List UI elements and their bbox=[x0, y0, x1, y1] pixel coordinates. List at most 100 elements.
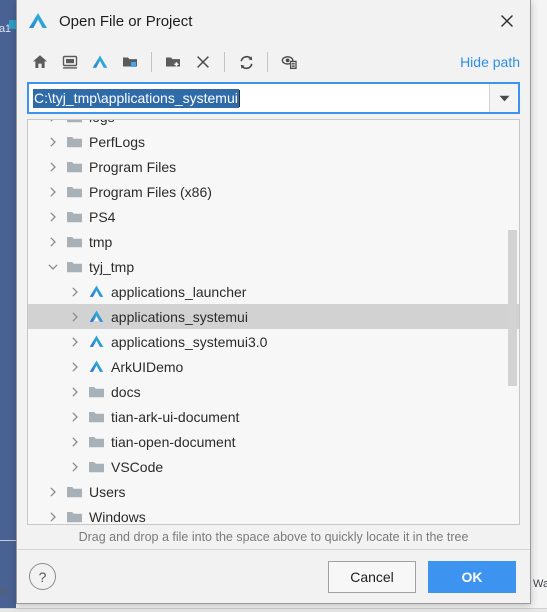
open-file-or-project-dialog: Open File or Project Hide path C:\tyj_tm… bbox=[16, 0, 531, 604]
path-dropdown-button[interactable] bbox=[489, 84, 518, 112]
show-hidden-icon[interactable] bbox=[274, 47, 304, 77]
tree-row-toggle[interactable] bbox=[42, 137, 64, 147]
project-icon bbox=[89, 310, 103, 322]
tree-row-toggle[interactable] bbox=[42, 120, 64, 122]
tree-scroll-viewport[interactable]: logs PerfLogs Program Files Program Files (… bbox=[28, 120, 519, 524]
chevron-right-icon[interactable] bbox=[70, 362, 80, 372]
tree-row[interactable]: Users bbox=[28, 479, 519, 504]
chevron-right-icon[interactable] bbox=[70, 412, 80, 422]
delete-icon[interactable] bbox=[188, 47, 218, 77]
chevron-right-icon[interactable] bbox=[48, 487, 58, 497]
chevron-right-icon[interactable] bbox=[48, 212, 58, 222]
tree-row[interactable]: Program Files bbox=[28, 154, 519, 179]
chevron-right-icon[interactable] bbox=[48, 512, 58, 522]
tree-row[interactable]: PerfLogs bbox=[28, 129, 519, 154]
tree-row[interactable]: Program Files (x86) bbox=[28, 179, 519, 204]
chevron-right-icon[interactable] bbox=[70, 337, 80, 347]
help-button[interactable]: ? bbox=[29, 563, 56, 590]
tree-row[interactable]: VSCode bbox=[28, 454, 519, 479]
tree-row-toggle[interactable] bbox=[64, 462, 86, 472]
tree-row-icon bbox=[64, 235, 84, 249]
hide-path-link[interactable]: Hide path bbox=[460, 54, 520, 70]
tree-row[interactable]: ArkUIDemo bbox=[28, 354, 519, 379]
tree-row-label: Users bbox=[89, 483, 126, 500]
tree-row-toggle[interactable] bbox=[42, 487, 64, 497]
tree-row-toggle[interactable] bbox=[64, 412, 86, 422]
background-bottom-bar bbox=[0, 608, 547, 612]
tree-row-toggle[interactable] bbox=[64, 287, 86, 297]
tree-row-label: tian-ark-ui-document bbox=[111, 408, 240, 425]
folder-icon bbox=[66, 120, 82, 122]
chevron-right-icon[interactable] bbox=[70, 312, 80, 322]
project-dir-icon[interactable] bbox=[85, 47, 115, 77]
tree-row-toggle[interactable] bbox=[64, 437, 86, 447]
tree-row[interactable]: applications_systemui3.0 bbox=[28, 329, 519, 354]
chevron-right-icon[interactable] bbox=[48, 162, 58, 172]
tree-row-icon bbox=[64, 185, 84, 199]
home-icon[interactable] bbox=[25, 47, 55, 77]
folder-icon bbox=[88, 411, 104, 422]
tree-row-toggle[interactable] bbox=[64, 312, 86, 322]
folder-icon bbox=[66, 236, 82, 247]
tree-row-label: tmp bbox=[89, 233, 113, 250]
chevron-right-icon[interactable] bbox=[70, 437, 80, 447]
tree-row-toggle[interactable] bbox=[42, 262, 64, 272]
tree-scrollbar[interactable] bbox=[507, 121, 518, 523]
chevron-right-icon[interactable] bbox=[48, 237, 58, 247]
tree-row[interactable]: tmp bbox=[28, 229, 519, 254]
folder-icon bbox=[66, 136, 82, 147]
chevron-right-icon[interactable] bbox=[48, 137, 58, 147]
tree-row-icon bbox=[86, 460, 106, 474]
close-button[interactable] bbox=[484, 0, 530, 42]
tree-row[interactable]: logs bbox=[28, 120, 519, 129]
tree-row[interactable]: tyj_tmp bbox=[28, 254, 519, 279]
tree-row-toggle[interactable] bbox=[64, 387, 86, 397]
tree-row-icon bbox=[86, 283, 106, 300]
chevron-right-icon[interactable] bbox=[70, 287, 80, 297]
tree-row[interactable]: tian-ark-ui-document bbox=[28, 404, 519, 429]
tree-row-toggle[interactable] bbox=[42, 237, 64, 247]
tree-row-toggle[interactable] bbox=[64, 337, 86, 347]
tree-rows: logs PerfLogs Program Files Program Files (… bbox=[28, 120, 519, 524]
text-caret bbox=[238, 89, 240, 107]
chevron-down-icon bbox=[499, 95, 509, 101]
tree-row-toggle[interactable] bbox=[42, 212, 64, 222]
chevron-right-icon[interactable] bbox=[48, 187, 58, 197]
desktop-icon[interactable] bbox=[55, 47, 85, 77]
tree-row-icon bbox=[86, 358, 106, 375]
chevron-right-icon[interactable] bbox=[70, 387, 80, 397]
new-folder-icon[interactable] bbox=[158, 47, 188, 77]
drag-drop-hint: Drag and drop a file into the space abov… bbox=[78, 530, 469, 544]
tree-row[interactable]: tian-open-document bbox=[28, 429, 519, 454]
tree-row-icon bbox=[86, 308, 106, 325]
tree-row[interactable]: PS4 bbox=[28, 204, 519, 229]
tree-row-label: Program Files (x86) bbox=[89, 183, 212, 200]
tree-row-label: Program Files bbox=[89, 158, 177, 175]
chevron-right-icon[interactable] bbox=[48, 120, 58, 122]
tree-row-toggle[interactable] bbox=[42, 162, 64, 172]
path-field-row: C:\tyj_tmp\applications_systemui bbox=[27, 82, 520, 114]
folder-icon bbox=[66, 486, 82, 497]
chevron-right-icon[interactable] bbox=[70, 462, 80, 472]
tree-scrollbar-thumb[interactable] bbox=[508, 229, 517, 387]
refresh-icon[interactable] bbox=[231, 47, 261, 77]
background-bottom-left-label: W bbox=[0, 587, 10, 598]
chevron-down-icon[interactable] bbox=[48, 262, 58, 272]
tree-row-toggle[interactable] bbox=[42, 187, 64, 197]
tree-row-icon bbox=[64, 135, 84, 149]
tree-row[interactable]: docs bbox=[28, 379, 519, 404]
ok-button[interactable]: OK bbox=[428, 560, 516, 593]
tree-row[interactable]: applications_systemui bbox=[28, 304, 519, 329]
dialog-footer: ? Cancel OK bbox=[17, 549, 530, 603]
tree-row-icon bbox=[86, 435, 106, 449]
tree-row-toggle[interactable] bbox=[42, 512, 64, 522]
tree-row-label: PS4 bbox=[89, 208, 116, 225]
path-input[interactable]: C:\tyj_tmp\applications_systemui bbox=[29, 84, 489, 112]
tree-row-label: PerfLogs bbox=[89, 133, 146, 150]
tree-row[interactable]: applications_launcher bbox=[28, 279, 519, 304]
tree-row-toggle[interactable] bbox=[64, 362, 86, 372]
recent-folder-icon[interactable] bbox=[115, 47, 145, 77]
tree-row[interactable]: Windows bbox=[28, 504, 519, 524]
tree-row-icon bbox=[64, 120, 84, 124]
cancel-button[interactable]: Cancel bbox=[328, 560, 416, 593]
